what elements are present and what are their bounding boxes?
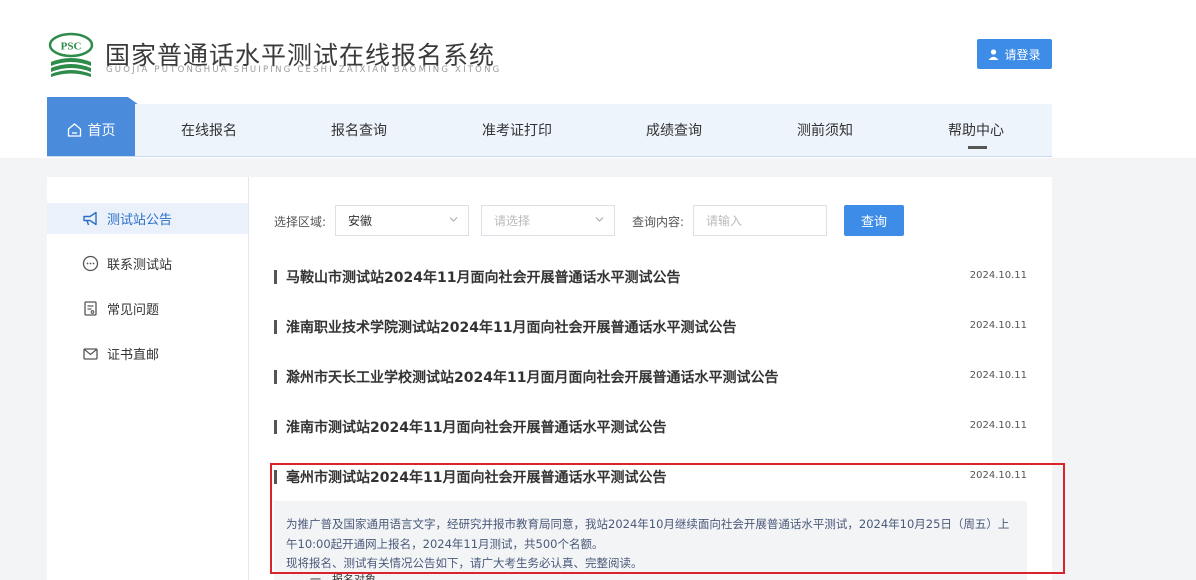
- sidebar-label-announcements: 测试站公告: [107, 213, 173, 228]
- main-nav: 首页 在线报名 报名查询 准考证打印 成绩查询 测前须知 帮助中心: [47, 104, 1052, 157]
- megaphone-icon: [83, 211, 97, 226]
- notice-bullet: [274, 270, 277, 284]
- query-label: 查询内容:: [632, 215, 685, 229]
- sidebar-item-certificate-mail[interactable]: 证书直邮: [47, 338, 248, 369]
- summary-section-heading: 一、报名对象: [310, 574, 376, 580]
- notice-item[interactable]: 淮南市测试站2024年11月面向社会开展普通话水平测试公告 2024.10.11: [274, 413, 1027, 443]
- site-logo[interactable]: PSC 国家普通话水平测试在线报名系统 GUOJIA PUTONGHUA SHU…: [47, 32, 507, 80]
- sidebar: 测试站公告 联系测试站 常见问题 证书直邮: [47, 177, 249, 580]
- login-label: 请登录: [1004, 47, 1041, 62]
- logo-badge-text: PSC: [61, 41, 82, 53]
- notice-title[interactable]: 淮南市测试站2024年11月面向社会开展普通话水平测试公告: [286, 417, 666, 437]
- notice-date: 2024.10.11: [969, 270, 1027, 281]
- highlight-box: [270, 463, 1065, 574]
- notice-bullet: [274, 320, 277, 334]
- nav-item-score-query[interactable]: 成绩查询: [622, 104, 726, 156]
- notice-bullet: [274, 420, 277, 434]
- nav-label-home: 首页: [87, 123, 116, 139]
- nav-hover-underline: [968, 146, 987, 149]
- sidebar-item-contact[interactable]: 联系测试站: [47, 248, 248, 279]
- sidebar-label-faq: 常见问题: [107, 303, 160, 318]
- notice-title[interactable]: 滁州市天长工业学校测试站2024年11月面月面向社会开展普通话水平测试公告: [286, 367, 778, 387]
- user-icon: [988, 48, 999, 60]
- nav-item-pretest-notes[interactable]: 测前须知: [773, 104, 877, 156]
- chat-icon: [82, 255, 99, 272]
- document-icon: [84, 301, 97, 316]
- psc-logo-icon: PSC: [48, 32, 94, 77]
- sidebar-label-certificate-mail: 证书直邮: [107, 348, 160, 363]
- notice-date: 2024.10.11: [969, 420, 1027, 431]
- query-placeholder: 请输入: [706, 214, 743, 228]
- province-select[interactable]: 安徽: [335, 205, 469, 236]
- query-input[interactable]: 请输入: [693, 205, 827, 236]
- chevron-down-icon: [595, 217, 604, 222]
- notice-title[interactable]: 淮南职业技术学院测试站2024年11月面向社会开展普通话水平测试公告: [286, 317, 736, 337]
- chevron-down-icon: [449, 217, 458, 222]
- site-subtitle: GUOJIA PUTONGHUA SHUIPING CESHI ZAIXIAN …: [106, 65, 502, 75]
- login-button[interactable]: 请登录: [977, 39, 1052, 69]
- notice-date: 2024.10.11: [969, 370, 1027, 381]
- search-button[interactable]: 查询: [844, 205, 904, 236]
- region-label: 选择区域:: [274, 215, 327, 229]
- notice-item[interactable]: 滁州市天长工业学校测试站2024年11月面月面向社会开展普通话水平测试公告 20…: [274, 363, 1027, 393]
- notice-item[interactable]: 淮南职业技术学院测试站2024年11月面向社会开展普通话水平测试公告 2024.…: [274, 313, 1027, 343]
- sidebar-label-contact: 联系测试站: [107, 258, 173, 273]
- nav-item-online-registration[interactable]: 在线报名: [157, 104, 261, 156]
- province-value: 安徽: [348, 214, 373, 228]
- nav-item-admission-ticket[interactable]: 准考证打印: [465, 104, 569, 156]
- notice-title[interactable]: 马鞍山市测试站2024年11月面向社会开展普通话水平测试公告: [286, 267, 680, 287]
- nav-item-home[interactable]: 首页: [47, 104, 135, 156]
- notice-date: 2024.10.11: [969, 320, 1027, 331]
- sidebar-item-faq[interactable]: 常见问题: [47, 293, 248, 324]
- city-placeholder: 请选择: [494, 214, 531, 228]
- city-select[interactable]: 请选择: [481, 205, 615, 236]
- sidebar-item-announcements[interactable]: 测试站公告: [47, 203, 248, 234]
- nav-item-registration-query[interactable]: 报名查询: [307, 104, 411, 156]
- mail-icon: [83, 348, 98, 360]
- notice-bullet: [274, 370, 277, 384]
- notice-item[interactable]: 马鞍山市测试站2024年11月面向社会开展普通话水平测试公告 2024.10.1…: [274, 263, 1027, 293]
- home-icon: [67, 123, 81, 137]
